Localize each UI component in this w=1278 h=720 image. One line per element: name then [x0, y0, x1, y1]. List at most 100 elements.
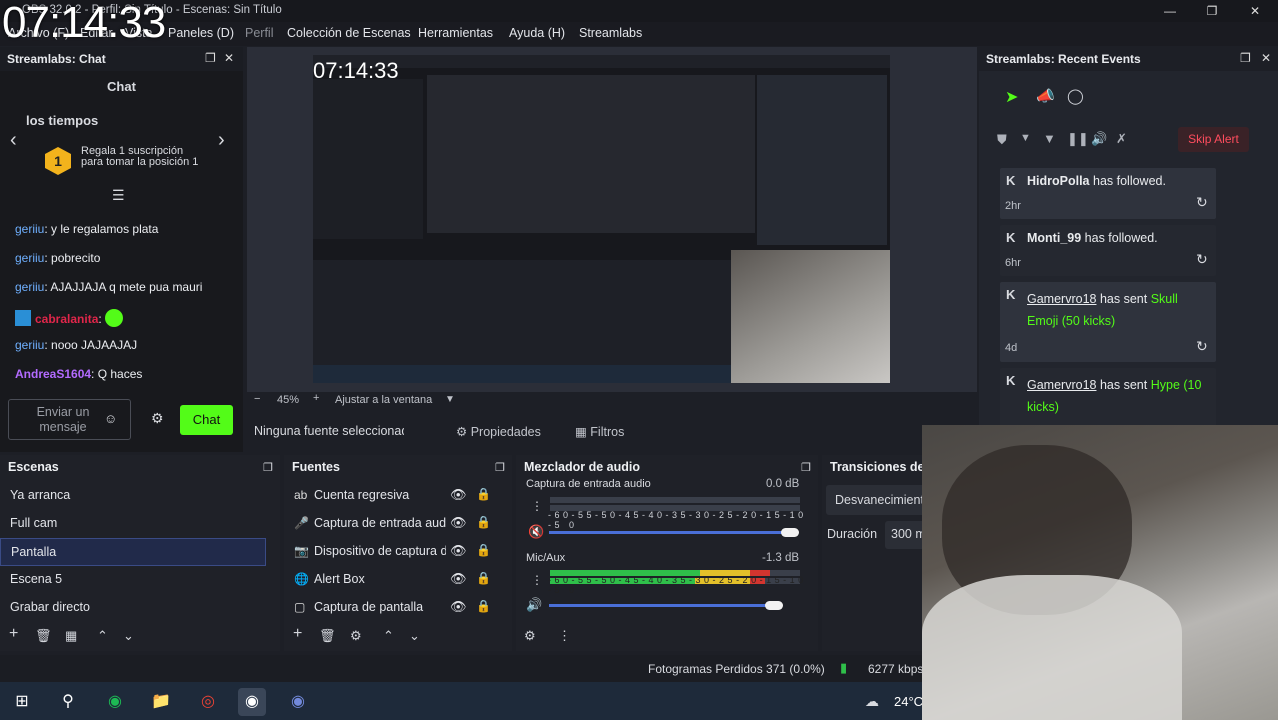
lock-icon[interactable]: 🔒 [476, 487, 491, 501]
scene-item[interactable]: Ya arranca [0, 482, 280, 510]
obs-icon[interactable]: ◉ [238, 688, 266, 716]
megaphone-icon[interactable]: 📣 [1036, 87, 1055, 105]
windows-start-icon[interactable]: ⊞ [8, 688, 36, 716]
replay-icon[interactable]: ↻ [1196, 338, 1208, 355]
volume-icon[interactable]: 🔊 [1091, 131, 1107, 147]
add-icon[interactable]: + [9, 625, 18, 643]
menu-streamlabs[interactable]: Streamlabs [579, 26, 642, 40]
discord-icon[interactable]: ◉ [284, 688, 312, 716]
add-icon[interactable]: + [293, 625, 302, 643]
scene-item-selected[interactable]: Pantalla [0, 538, 266, 566]
event-action: has followed. [1093, 174, 1166, 188]
volume-slider[interactable] [549, 531, 789, 534]
move-up-icon[interactable]: ⌃ [383, 628, 394, 644]
chevron-down-icon[interactable]: ▼ [1020, 132, 1031, 144]
more-icon[interactable]: ⋮ [558, 628, 571, 644]
float-icon[interactable]: ❐ [495, 461, 505, 474]
nested-preview-capture: 07:14:33 [313, 55, 890, 383]
chat-user[interactable]: AndreaS1604 [15, 367, 91, 381]
pause-icon[interactable]: ❚❚ [1067, 131, 1089, 147]
filters-button[interactable]: ▦ Filtros [575, 424, 624, 439]
minimize-icon[interactable]: — [1160, 2, 1180, 20]
eye-icon[interactable]: 👁 [450, 543, 467, 559]
muted-speaker-icon[interactable]: 🔇 [528, 524, 544, 540]
menu-perfil[interactable]: Perfil [245, 26, 273, 40]
float-icon[interactable]: ❐ [263, 461, 273, 474]
gear-icon[interactable]: ⚙ [151, 410, 164, 427]
trash-icon[interactable]: 🗑 [35, 628, 52, 644]
scene-item[interactable]: Full cam [0, 510, 280, 538]
chat-user[interactable]: geriiu [15, 251, 44, 265]
menu-coleccion[interactable]: Colección de Escenas [287, 26, 411, 40]
zoom-out-icon[interactable]: − [254, 393, 260, 405]
chevron-right-icon[interactable]: › [218, 129, 225, 152]
chevron-left-icon[interactable]: ‹ [10, 129, 17, 152]
move-down-icon[interactable]: ⌄ [123, 628, 134, 644]
zoom-in-icon[interactable]: + [313, 392, 319, 404]
chat-user[interactable]: geriiu [15, 222, 44, 236]
more-icon[interactable]: ⋮ [531, 499, 543, 513]
scene-item[interactable]: Grabar directo [0, 594, 280, 622]
replay-icon[interactable]: ↻ [1196, 251, 1208, 268]
chat-user[interactable]: cabralanita [35, 312, 98, 326]
eye-icon[interactable]: 👁 [450, 599, 467, 615]
spotify-icon[interactable]: ◉ [101, 688, 129, 716]
speaker-icon[interactable]: 🔊 [526, 597, 542, 613]
float-icon[interactable]: ❐ [1240, 51, 1251, 65]
lock-icon[interactable]: 🔒 [476, 543, 491, 557]
shield-icon[interactable]: ⛊ [997, 132, 1007, 148]
emoji-icon[interactable]: ☺ [104, 411, 117, 426]
scene-item[interactable]: Escena 5 [0, 566, 280, 594]
chrome-icon[interactable]: ◎ [194, 688, 222, 716]
close-dock-icon[interactable]: ✕ [224, 51, 234, 65]
chat-user[interactable]: geriiu [15, 338, 44, 352]
menu-ayuda[interactable]: Ayuda (H) [509, 26, 565, 40]
lock-icon[interactable]: 🔒 [476, 571, 491, 585]
volume-slider[interactable] [549, 604, 774, 607]
event-user[interactable]: Gamervro18 [1027, 292, 1096, 306]
gear-icon[interactable]: ⚙ [350, 628, 362, 644]
menu-paneles[interactable]: Paneles (D) [168, 26, 234, 40]
collapse-icon[interactable]: ☰ [112, 187, 125, 204]
dropdown-icon[interactable]: ▼ [445, 394, 455, 405]
trash-icon[interactable]: 🗑 [319, 628, 336, 644]
event-user[interactable]: Gamervro18 [1027, 378, 1096, 392]
skip-alert-button[interactable]: Skip Alert [1178, 127, 1249, 152]
events-dock: Streamlabs: Recent Events ❐ ✕ ➤ 📣 ◯ ⛊ ▼ … [979, 47, 1278, 428]
filter-icon[interactable]: ▼ [1043, 131, 1056, 146]
transitions-dock: Transiciones de escena Desvanecimiento D… [822, 455, 922, 651]
send-icon[interactable]: ➤ [1005, 87, 1018, 107]
mute-alerts-icon[interactable]: ✗ [1116, 131, 1127, 147]
volume-knob[interactable] [781, 528, 799, 537]
advanced-audio-icon[interactable]: ⚙ [524, 628, 536, 644]
menu-herramientas[interactable]: Herramientas [418, 26, 493, 40]
folder-icon[interactable]: 📁 [147, 688, 175, 716]
transition-select[interactable]: Desvanecimiento [826, 485, 922, 515]
volume-knob[interactable] [765, 601, 783, 610]
gamepad-icon[interactable]: ◯ [1067, 87, 1084, 105]
properties-button[interactable]: ⚙ Propiedades [456, 424, 541, 439]
eye-icon[interactable]: 👁 [450, 515, 467, 531]
replay-icon[interactable]: ↻ [1196, 194, 1208, 211]
eye-icon[interactable]: 👁 [450, 571, 467, 587]
float-icon[interactable]: ❐ [801, 461, 811, 474]
search-icon[interactable]: ⚲ [54, 688, 82, 716]
move-up-icon[interactable]: ⌃ [97, 628, 108, 644]
lock-icon[interactable]: 🔒 [476, 599, 491, 613]
close-icon[interactable]: ✕ [1245, 2, 1265, 20]
float-icon[interactable]: ❐ [205, 51, 216, 65]
microphone-icon: 🎤 [294, 516, 309, 530]
chat-user[interactable]: geriiu [15, 280, 44, 294]
lock-icon[interactable]: 🔒 [476, 515, 491, 529]
close-dock-icon[interactable]: ✕ [1261, 51, 1271, 65]
restore-icon[interactable]: ❐ [1202, 2, 1222, 20]
chat-input[interactable]: Enviar un mensaje ☺ [8, 399, 131, 440]
more-icon[interactable]: ⋮ [531, 573, 543, 587]
move-down-icon[interactable]: ⌄ [409, 628, 420, 644]
chat-send-button[interactable]: Chat [180, 405, 233, 435]
eye-icon[interactable]: 👁 [450, 487, 467, 503]
properties-icon[interactable]: ▦ [65, 628, 77, 644]
chat-message: geriiu: y le regalamos plata [15, 222, 159, 236]
fit-window[interactable]: Ajustar a la ventana [335, 394, 432, 406]
duration-input[interactable]: 300 ms [885, 521, 922, 549]
